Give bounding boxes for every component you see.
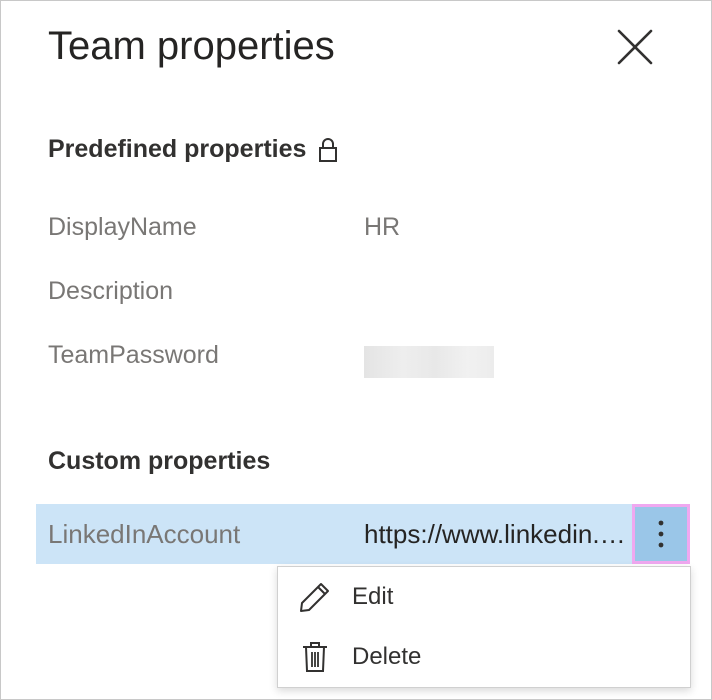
property-name: TeamPassword — [48, 340, 219, 369]
context-menu: Edit Delete — [277, 566, 691, 688]
more-options-button[interactable] — [632, 504, 690, 564]
menu-item-label: Delete — [352, 643, 422, 670]
property-name: DisplayName — [48, 212, 197, 241]
trash-icon — [298, 640, 332, 674]
property-value: https://www.linkedin.com/ — [364, 518, 632, 549]
custom-properties-header: Custom properties — [48, 447, 270, 476]
lock-icon — [318, 137, 338, 163]
redacted-password-value — [364, 346, 494, 378]
menu-item-label: Edit — [352, 583, 394, 610]
close-icon — [617, 29, 653, 65]
team-properties-panel: Team properties Predefined properties Di… — [0, 0, 712, 700]
property-row-displayname: DisplayName HR — [48, 207, 688, 247]
pencil-icon — [298, 580, 332, 614]
custom-property-row-linkedinaccount[interactable]: LinkedInAccount https://www.linkedin.com… — [36, 504, 690, 564]
property-row-description: Description — [48, 271, 688, 311]
menu-item-delete[interactable]: Delete — [278, 627, 690, 687]
property-value: HR — [364, 212, 401, 241]
property-row-teampassword: TeamPassword — [48, 335, 688, 378]
close-button[interactable] — [613, 25, 657, 69]
menu-item-edit[interactable]: Edit — [278, 567, 690, 627]
predefined-properties-label: Predefined properties — [48, 135, 307, 163]
property-name: LinkedInAccount — [48, 518, 241, 549]
panel-title: Team properties — [48, 24, 335, 68]
more-vertical-icon — [658, 520, 664, 548]
property-name: Description — [48, 276, 174, 305]
custom-properties-label: Custom properties — [48, 447, 271, 475]
predefined-properties-header: Predefined properties — [48, 135, 338, 164]
